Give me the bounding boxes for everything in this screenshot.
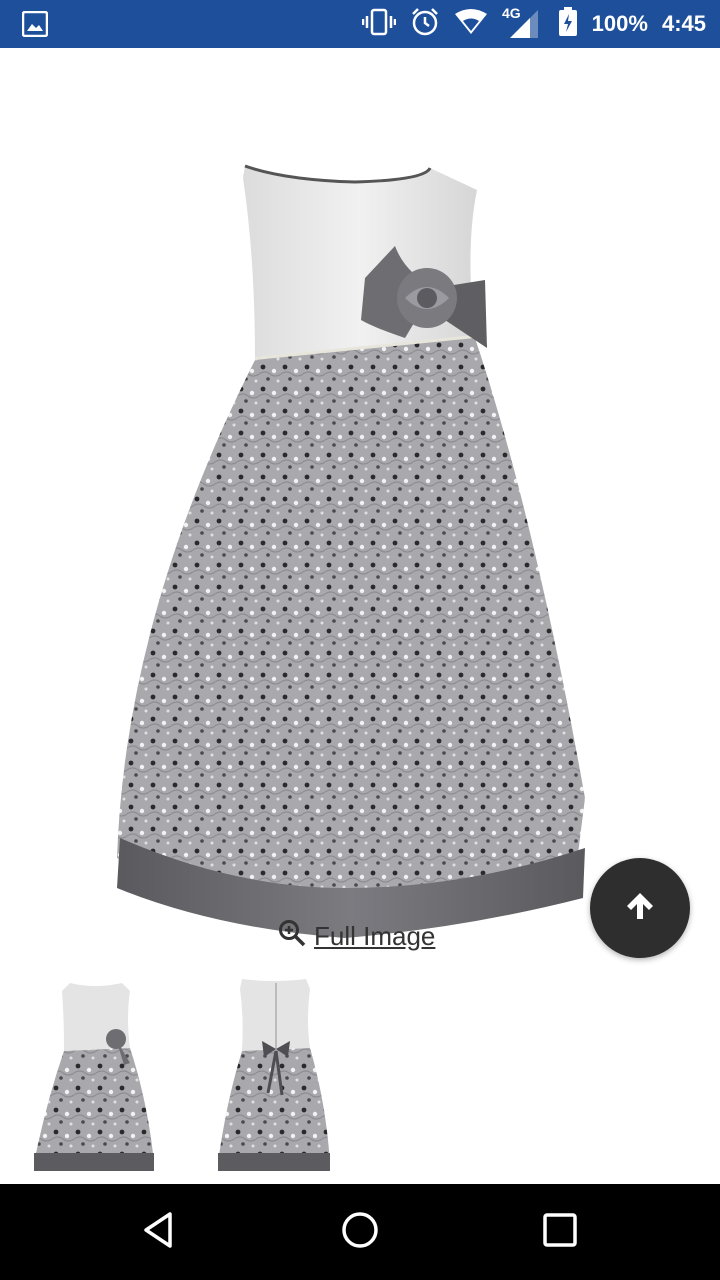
- battery-percent: 100%: [591, 11, 648, 36]
- recents-button[interactable]: [536, 1208, 584, 1256]
- alarm-icon: [410, 7, 440, 41]
- back-button[interactable]: [136, 1208, 184, 1256]
- home-button[interactable]: [336, 1208, 384, 1256]
- scroll-to-top-button[interactable]: [590, 858, 690, 958]
- battery-charging-icon: [558, 7, 578, 41]
- full-image-link[interactable]: Full Image: [278, 918, 435, 954]
- signal-lte-icon: 4G: [502, 4, 544, 44]
- clock: 4:45: [661, 11, 706, 36]
- back-triangle-icon: [140, 1210, 180, 1254]
- system-navigation-bar: [0, 1184, 720, 1280]
- recents-square-icon: [540, 1210, 580, 1254]
- dress-front-thumbnail[interactable]: [30, 973, 160, 1178]
- vibrate-icon: [361, 8, 396, 40]
- svg-text:4G: 4G: [502, 5, 521, 21]
- dress-back-thumbnail[interactable]: [212, 973, 342, 1178]
- home-circle-icon: [340, 1210, 380, 1254]
- dress-main-image[interactable]: [105, 98, 605, 938]
- wifi-icon: [454, 9, 488, 39]
- status-bar: 4G 100% 4:45: [0, 0, 720, 48]
- zoom-in-icon: [278, 919, 306, 954]
- product-image-page: Full Image: [0, 48, 720, 1184]
- gallery-notification-icon: [21, 10, 49, 38]
- full-image-label: Full Image: [314, 920, 436, 951]
- arrow-up-icon: [623, 889, 657, 927]
